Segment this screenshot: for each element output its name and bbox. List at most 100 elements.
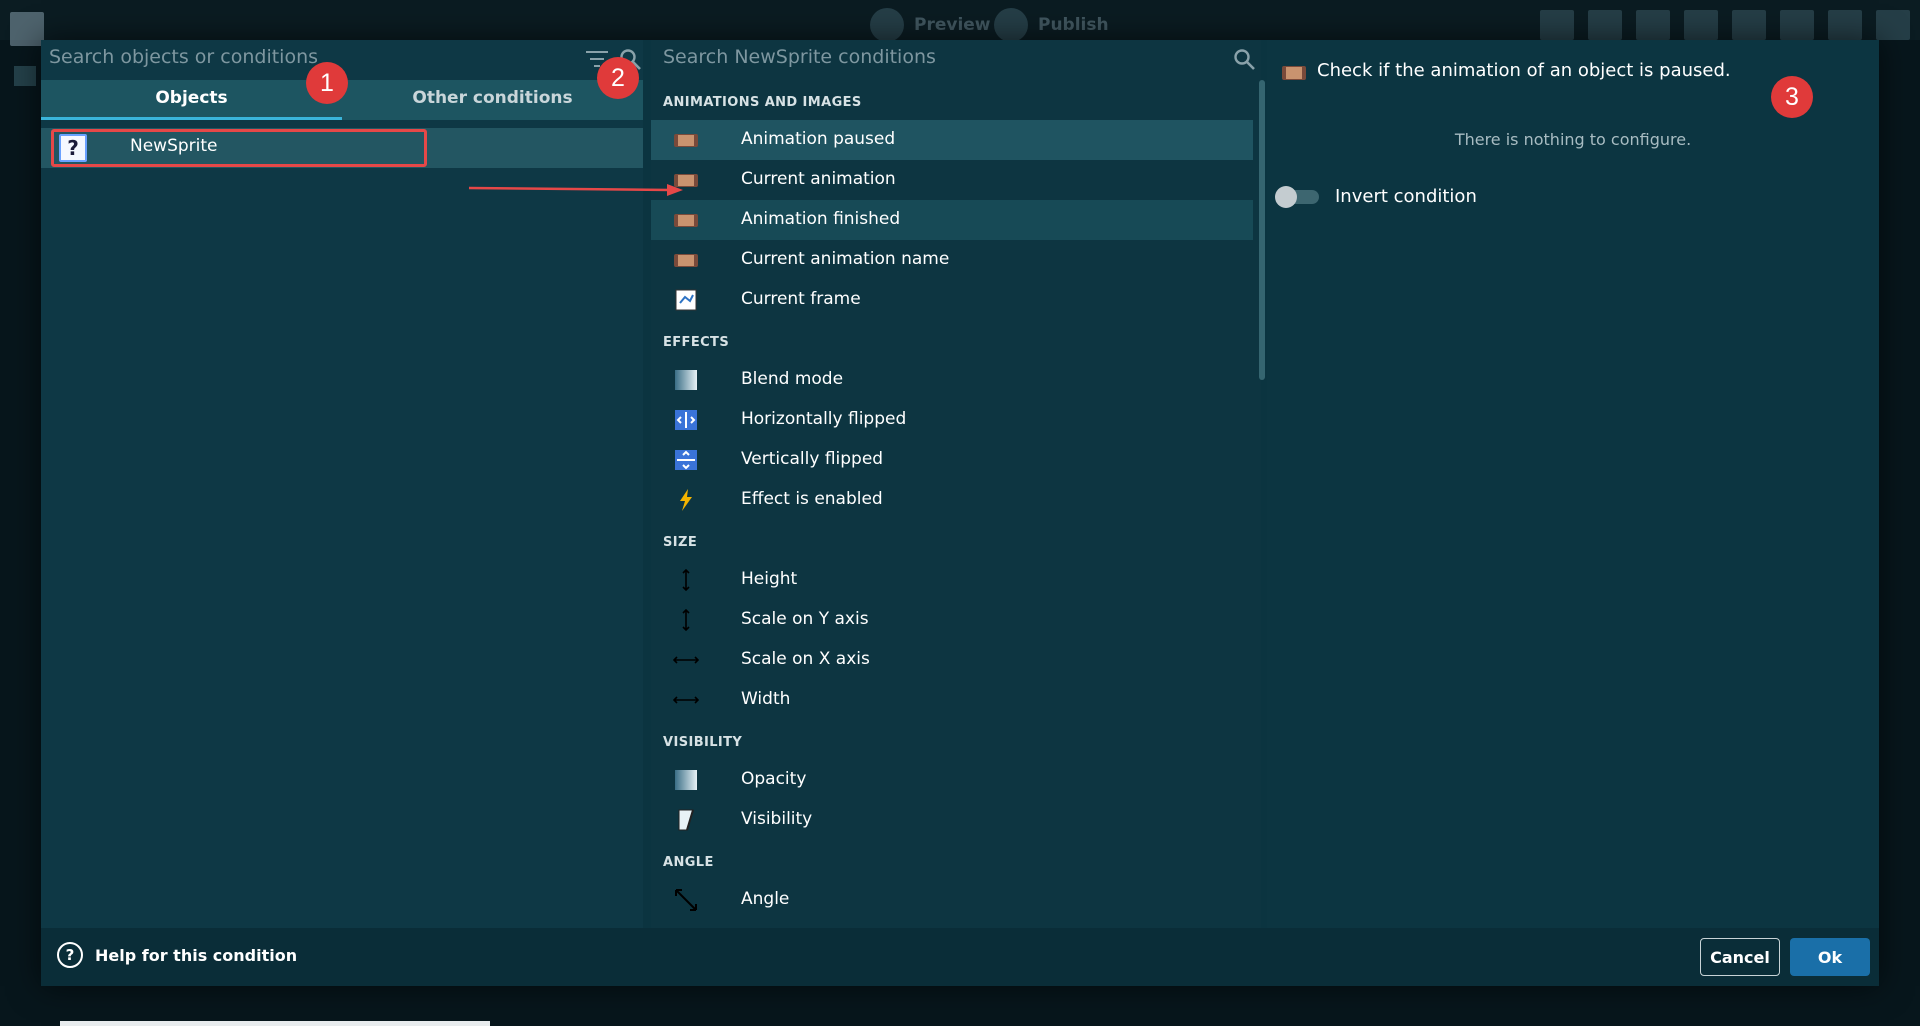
tab-objects[interactable]: Objects [41, 80, 342, 120]
section-header: EFFECTS [663, 335, 730, 350]
flip-horizontal-icon [675, 410, 697, 430]
section-header: VISIBILITY [663, 735, 743, 750]
condition-label: Effect is enabled [741, 489, 883, 509]
search-conditions-placeholder: Search NewSprite conditions [663, 46, 936, 68]
publish-label: Publish [1038, 15, 1109, 35]
condition-item-current-animation-name[interactable]: Current animation name [651, 240, 1253, 280]
condition-label: Opacity [741, 769, 807, 789]
dialog-footer: ? Help for this condition Cancel Ok [41, 928, 1879, 986]
flip-vertical-icon [675, 450, 697, 470]
condition-item-blend-mode[interactable]: Blend mode [651, 360, 1253, 400]
condition-label: Vertically flipped [741, 449, 884, 469]
condition-item-horizontally-flipped[interactable]: Horizontally flipped [651, 400, 1253, 440]
condition-item-height[interactable]: Height [651, 560, 1253, 600]
object-item-newsprite[interactable]: ? NewSprite [41, 128, 643, 168]
condition-item-vertically-flipped[interactable]: Vertically flipped [651, 440, 1253, 480]
condition-item-scale-on-y-axis[interactable]: Scale on Y axis [651, 600, 1253, 640]
annotation-badge-2: 2 [597, 57, 639, 99]
condition-label: Current animation [741, 169, 896, 189]
annotation-highlight-box [51, 129, 427, 167]
condition-details-panel: Check if the animation of an object is p… [1267, 40, 1879, 928]
condition-label: Visibility [741, 809, 813, 829]
vertical-arrows-icon [682, 569, 690, 591]
annotation-badge-3: 3 [1771, 76, 1813, 118]
vertical-arrows-icon [682, 609, 690, 631]
add-subevent-icon[interactable] [1588, 10, 1622, 40]
objects-panel: Search objects or conditions Objects Oth… [41, 40, 643, 928]
nothing-to-configure: There is nothing to configure. [1454, 130, 1692, 149]
opacity-icon [675, 770, 697, 790]
search-icon[interactable] [1233, 48, 1255, 70]
annotation-badge-1: 1 [306, 62, 348, 104]
condition-item-current-animation[interactable]: Current animation [651, 160, 1253, 200]
condition-item-angle[interactable]: Angle [651, 880, 1253, 920]
toolbar-right-icons [1540, 10, 1910, 40]
delete-icon[interactable] [1732, 10, 1766, 40]
section-header: ANIMATIONS AND IMAGES [663, 95, 862, 110]
toggle-knob [1275, 186, 1297, 208]
cancel-button[interactable]: Cancel [1700, 938, 1780, 976]
condition-item-width[interactable]: Width [651, 680, 1253, 720]
condition-label: Scale on Y axis [741, 609, 869, 629]
publish-button[interactable]: Publish [994, 8, 1109, 42]
condition-label: Height [741, 569, 798, 589]
condition-item-visibility[interactable]: Visibility [651, 800, 1253, 840]
section-header: ANGLE [663, 855, 714, 870]
help-link[interactable]: ? Help for this condition [57, 942, 297, 968]
search-icon[interactable] [1876, 10, 1910, 40]
ok-button[interactable]: Ok [1790, 938, 1870, 976]
condition-label: Animation finished [741, 209, 901, 229]
conditions-list: ANIMATIONS AND IMAGES Animation paused C… [651, 80, 1253, 920]
preview-button[interactable]: Preview [870, 8, 991, 42]
blend-icon [675, 370, 697, 390]
conditions-panel: Search NewSprite conditions ANIMATIONS A… [651, 40, 1261, 928]
condition-label: Scale on X axis [741, 649, 870, 669]
invert-condition-label: Invert condition [1335, 186, 1477, 207]
condition-label: Angle [741, 889, 790, 909]
condition-label: Width [741, 689, 791, 709]
film-icon [674, 214, 698, 227]
horizontal-arrows-icon [673, 656, 699, 664]
help-icon: ? [57, 942, 83, 968]
angle-icon [675, 889, 697, 911]
condition-label: Horizontally flipped [741, 409, 907, 429]
condition-item-effect-is-enabled[interactable]: Effect is enabled [651, 480, 1253, 520]
condition-label: Current animation name [741, 249, 950, 269]
home-icon [14, 66, 36, 86]
ide-toolbar: Preview Publish [0, 0, 1920, 46]
condition-label: Current frame [741, 289, 861, 309]
condition-item-opacity[interactable]: Opacity [651, 760, 1253, 800]
add-comment-icon[interactable] [1636, 10, 1670, 40]
preview-label: Preview [914, 15, 991, 35]
lightning-icon [680, 489, 692, 511]
add-event-icon[interactable] [1540, 10, 1574, 40]
condition-description: Check if the animation of an object is p… [1317, 60, 1731, 81]
play-icon [870, 8, 904, 42]
film-icon [674, 254, 698, 267]
film-icon [674, 134, 698, 147]
condition-item-current-frame[interactable]: Current frame [651, 280, 1253, 320]
undo-icon[interactable] [1780, 10, 1814, 40]
condition-label: Blend mode [741, 369, 844, 389]
invert-condition-toggle[interactable] [1275, 186, 1321, 208]
search-conditions-input[interactable]: Search NewSprite conditions [651, 40, 1261, 80]
search-objects-placeholder: Search objects or conditions [49, 46, 319, 68]
redo-icon[interactable] [1828, 10, 1862, 40]
visibility-icon [678, 809, 694, 831]
frame-icon [675, 289, 697, 311]
add-icon[interactable] [1684, 10, 1718, 40]
film-icon [1282, 66, 1306, 80]
section-header: SIZE [663, 535, 698, 550]
bottom-status-bar [60, 1021, 490, 1026]
menu-icon[interactable] [10, 12, 44, 46]
conditions-scrollbar[interactable] [1259, 80, 1265, 380]
condition-item-animation-finished[interactable]: Animation finished [651, 200, 1253, 240]
condition-label: Animation paused [741, 129, 896, 149]
globe-icon [994, 8, 1028, 42]
condition-dialog: Search objects or conditions Objects Oth… [41, 40, 1879, 986]
help-label: Help for this condition [95, 945, 298, 965]
condition-item-animation-paused[interactable]: Animation paused [651, 120, 1253, 160]
condition-item-scale-on-x-axis[interactable]: Scale on X axis [651, 640, 1253, 680]
annotation-arrow [469, 184, 683, 196]
horizontal-arrows-icon [673, 696, 699, 704]
